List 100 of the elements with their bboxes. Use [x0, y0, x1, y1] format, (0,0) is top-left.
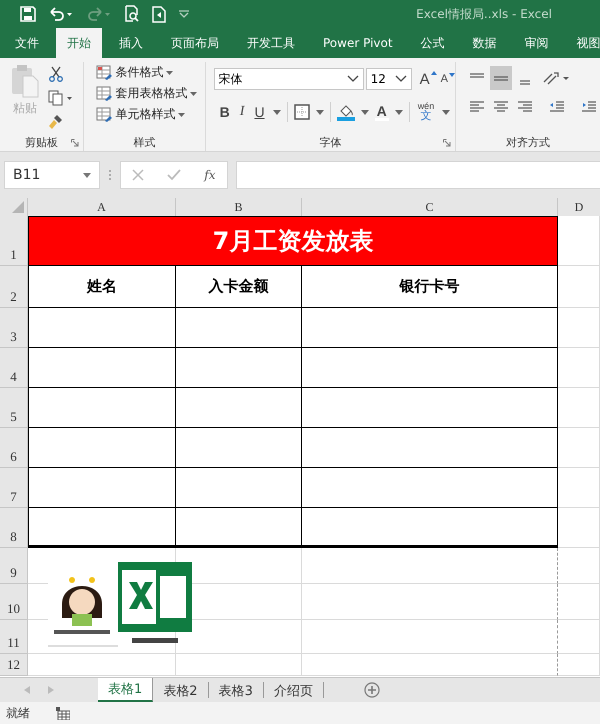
italic-button[interactable]: I — [238, 104, 246, 120]
customize-caret-icon[interactable] — [178, 10, 190, 18]
table-style-icon — [96, 107, 112, 122]
column-heading: 姓名 — [28, 266, 176, 308]
underline-button[interactable]: U — [252, 104, 267, 120]
align-icon — [517, 80, 533, 84]
indent-icon — [549, 100, 565, 112]
row-header[interactable]: 9 — [0, 548, 28, 584]
fill-color-icon[interactable] — [336, 103, 355, 121]
print-preview-icon[interactable] — [124, 5, 140, 23]
row-header[interactable]: 2 — [0, 266, 28, 308]
caret-icon — [178, 112, 186, 116]
group-label: 剪贴板 — [25, 134, 58, 150]
ribbon-tab[interactable]: Power Pivot — [312, 28, 404, 58]
border-icon[interactable] — [294, 104, 310, 120]
sheet-tab[interactable]: 表格1 — [98, 678, 154, 702]
dialog-launcher-icon[interactable] — [71, 139, 80, 147]
chevron-down-icon — [346, 75, 359, 83]
name-box[interactable]: B11 — [4, 161, 100, 189]
shrink-font-button[interactable]: A — [438, 73, 455, 85]
column-heading: 银行卡号 — [302, 266, 558, 308]
column-header[interactable]: D — [558, 198, 600, 216]
align-button[interactable] — [490, 66, 512, 90]
caret-icon[interactable] — [316, 110, 324, 114]
document-icon[interactable] — [152, 6, 166, 22]
align-icon — [517, 100, 533, 112]
row-header[interactable]: 3 — [0, 308, 28, 348]
caret-icon[interactable] — [360, 110, 369, 114]
caret-icon[interactable] — [394, 110, 403, 114]
caret-icon — [166, 70, 174, 74]
copy-icon[interactable] — [48, 90, 74, 106]
row-header[interactable]: 10 — [0, 584, 28, 620]
grid-cell — [558, 266, 600, 308]
row-header[interactable]: 11 — [0, 620, 28, 654]
sheet-tab[interactable]: 介绍页 — [264, 682, 324, 698]
grow-font-button[interactable]: A — [418, 70, 437, 88]
grid-cell — [558, 388, 600, 428]
grid-cell — [558, 620, 600, 654]
row-header[interactable]: 5 — [0, 388, 28, 428]
ribbon-tab[interactable]: 视图 — [566, 28, 600, 58]
group-label: 对齐方式 — [506, 134, 550, 150]
font-color-button[interactable]: A — [374, 104, 389, 120]
dialog-launcher-icon[interactable] — [443, 139, 451, 147]
undo-icon[interactable] — [48, 6, 74, 22]
grid-cell — [558, 548, 600, 584]
text-angle-icon — [542, 70, 572, 86]
phonetic-button[interactable]: wén 文 — [416, 102, 436, 122]
row-header[interactable]: 1 — [0, 216, 28, 266]
format-painter-icon[interactable] — [48, 114, 64, 130]
ribbon-tab[interactable]: 公式 — [410, 28, 456, 58]
row-header[interactable]: 6 — [0, 428, 28, 468]
font-size-field[interactable]: 12 — [366, 68, 412, 90]
sheet-tab[interactable]: 表格3 — [208, 682, 264, 698]
row-header[interactable]: 7 — [0, 468, 28, 508]
ribbon-tab[interactable]: 页面布局 — [160, 28, 230, 58]
chevron-down-icon — [394, 75, 407, 83]
save-icon[interactable] — [20, 6, 36, 22]
ribbon-tab[interactable]: 审阅 — [514, 28, 560, 58]
caret-icon — [190, 92, 198, 96]
row-header[interactable]: 8 — [0, 508, 28, 548]
styles-menu-button[interactable]: 单元格样式 — [96, 106, 205, 123]
indent-icon — [581, 100, 597, 112]
ribbon-tab[interactable]: 数据 — [462, 28, 508, 58]
caret-icon[interactable] — [442, 110, 450, 114]
add-sheet-icon[interactable] — [364, 682, 380, 698]
cut-icon[interactable] — [48, 66, 64, 82]
styles-menu-button[interactable]: 条件格式 — [96, 64, 205, 81]
sheet-tab[interactable]: 表格2 — [153, 682, 209, 698]
align-icon — [469, 72, 485, 78]
status-text: 就绪 — [6, 704, 30, 722]
insert-function-button[interactable]: fx — [204, 168, 216, 182]
grid-cell — [558, 348, 600, 388]
row-header[interactable]: 12 — [0, 654, 28, 676]
column-heading: 入卡金额 — [176, 266, 302, 308]
align-icon — [469, 100, 485, 112]
group-label: 样式 — [133, 134, 156, 150]
grid-cell — [558, 308, 600, 348]
table-title: 7月工资发放表 — [28, 216, 558, 266]
styles-menu-button[interactable]: 套用表格格式 — [96, 85, 205, 102]
caret-icon[interactable] — [272, 110, 281, 114]
font-name-field[interactable]: 宋体 — [214, 68, 364, 90]
align-icon — [493, 76, 509, 80]
group-label: 字体 — [319, 134, 342, 150]
ribbon-tab[interactable]: 文件 — [4, 28, 50, 58]
macro-record-icon[interactable] — [56, 706, 70, 720]
grid-cell — [558, 428, 600, 468]
grid-cell — [558, 508, 600, 548]
grid-cell — [558, 468, 600, 508]
ribbon-tab[interactable]: 开始 — [56, 28, 102, 58]
table-style-icon — [96, 86, 112, 101]
formula-input[interactable] — [236, 161, 600, 189]
table-style-icon — [96, 65, 112, 80]
align-icon — [493, 100, 509, 112]
caret-icon — [83, 172, 91, 178]
bold-button[interactable]: B — [218, 104, 232, 120]
ribbon-tab[interactable]: 插入 — [108, 28, 154, 58]
ribbon-tab[interactable]: 开发工具 — [236, 28, 306, 58]
window-title: Excel情报局..xls - Excel — [416, 6, 552, 22]
row-header[interactable]: 4 — [0, 348, 28, 388]
more-icon — [108, 169, 112, 181]
